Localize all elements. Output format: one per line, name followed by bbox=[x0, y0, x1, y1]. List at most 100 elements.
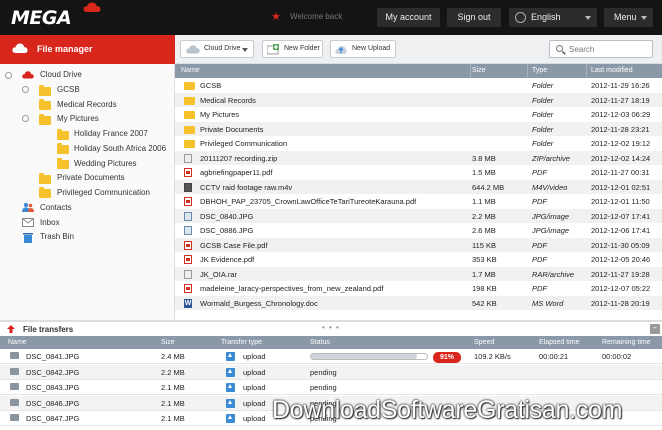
file-name: CCTV raid footage raw.m4v bbox=[200, 182, 293, 192]
language-selector[interactable]: English bbox=[509, 8, 597, 27]
file-date: 2012-12-05 20:46 bbox=[591, 255, 651, 264]
transfer-size: 2.2 MB bbox=[161, 367, 185, 377]
file-size: 198 KB bbox=[472, 284, 497, 293]
folder-icon bbox=[184, 125, 195, 134]
transfer-status: pending bbox=[310, 367, 337, 377]
tr-column-name[interactable]: Name bbox=[8, 339, 27, 346]
file-row[interactable]: GCSB Case File.pdf 115 KB PDF 2012-11-30 05… bbox=[175, 237, 662, 252]
column-name[interactable]: Name bbox=[181, 67, 200, 74]
expand-icon[interactable] bbox=[22, 86, 29, 93]
sidebar-tree: Cloud Drive GCSB Medical Records My Pict… bbox=[0, 64, 175, 320]
file-row[interactable]: Medical Records Folder 2012-11-27 18:19 bbox=[175, 92, 662, 107]
folder-icon bbox=[184, 111, 195, 119]
file-type: PDF bbox=[532, 284, 547, 293]
file-row[interactable]: DBHOH_PAP_23705_CrownLawOfficeTeTariTure… bbox=[175, 194, 662, 209]
language-label: English bbox=[531, 12, 561, 22]
tr-column-elapsed[interactable]: Elapsed time bbox=[539, 339, 579, 346]
expand-icon[interactable] bbox=[5, 72, 12, 79]
cloud-drive-label: Cloud Drive bbox=[204, 45, 241, 52]
file-name: JK Evidence.pdf bbox=[200, 255, 255, 264]
folder-open-icon bbox=[39, 114, 51, 125]
trash-icon bbox=[23, 233, 33, 243]
new-folder-button[interactable]: New Folder bbox=[262, 40, 323, 58]
file-type: PDF bbox=[532, 240, 547, 250]
folder-icon bbox=[39, 85, 51, 96]
file-row[interactable]: DSC_0886.JPG 2.6 MB JPG/image 2012-12-06 17… bbox=[175, 223, 662, 238]
cloud-drive-dropdown[interactable]: Cloud Drive bbox=[180, 40, 254, 58]
zip-icon bbox=[184, 269, 192, 279]
file-name: GCSB Case File.pdf bbox=[200, 240, 268, 250]
file-row[interactable]: JK_OIA.rar 1.7 MB RAR/archive 2012-11-27 19… bbox=[175, 266, 662, 281]
transfer-name: DSC_0846.JPG bbox=[26, 398, 80, 408]
tr-column-transfer-type[interactable]: Transfer type bbox=[221, 339, 262, 346]
camera-icon bbox=[10, 352, 19, 359]
cloud-drive-icon bbox=[22, 71, 34, 79]
file-date: 2012-11-27 19:28 bbox=[591, 269, 650, 279]
tr-column-speed[interactable]: Speed bbox=[474, 339, 494, 346]
folder-icon bbox=[39, 173, 51, 184]
search-icon bbox=[556, 45, 563, 52]
file-row[interactable]: agbriefingpaper11.pdf 1.5 MB PDF 2012-11-27… bbox=[175, 165, 662, 180]
pdf-icon bbox=[184, 255, 192, 264]
transfer-row[interactable]: DSC_0842.JPG 2.2 MB upload pending bbox=[0, 364, 662, 380]
search-input[interactable]: Search bbox=[549, 40, 653, 58]
img-icon bbox=[184, 211, 192, 221]
upload-arrow-icon bbox=[226, 352, 235, 361]
watermark: DownloadSoftwareGratisan.com bbox=[272, 396, 623, 424]
file-row[interactable]: Private Documents Folder 2012-11-28 23:21 bbox=[175, 121, 662, 136]
my-account-button[interactable]: My account bbox=[377, 8, 440, 27]
file-type: MS Word bbox=[532, 298, 564, 308]
file-row[interactable]: JK Evidence.pdf 353 KB PDF 2012-12-05 20:46 bbox=[175, 252, 662, 267]
camera-icon bbox=[10, 383, 19, 390]
file-name: My Pictures bbox=[200, 110, 240, 119]
pdf-icon bbox=[184, 240, 192, 250]
file-row[interactable]: 20111207 recording.zip 3.8 MB ZIP/archive 2… bbox=[175, 150, 662, 165]
transfer-row[interactable]: DSC_0841.JPG 2.4 MB upload 109.2 KB/s 00:00:… bbox=[0, 349, 662, 364]
file-size: 2.2 MB bbox=[472, 211, 496, 221]
resize-handle-icon[interactable]: • • • bbox=[322, 323, 340, 332]
column-last-modified[interactable]: Last modified bbox=[591, 67, 633, 74]
new-upload-button[interactable]: New Upload bbox=[330, 40, 396, 58]
file-row[interactable]: My Pictures Folder 2012-12-03 06:29 bbox=[175, 107, 662, 122]
progress-fill bbox=[311, 354, 417, 359]
column-size[interactable]: Size bbox=[472, 67, 486, 74]
file-row[interactable]: W Wormald_Burgess_Chronology.doc 542 KB MS … bbox=[175, 295, 662, 310]
mega-logo[interactable]: MEGA bbox=[11, 7, 72, 29]
tr-column-size[interactable]: Size bbox=[161, 339, 175, 346]
file-type: Folder bbox=[532, 81, 554, 90]
file-size: 1.5 MB bbox=[472, 168, 496, 177]
tr-column-status[interactable]: Status bbox=[310, 339, 330, 346]
folder-icon bbox=[39, 99, 51, 110]
sign-out-button[interactable]: Sign out bbox=[447, 8, 501, 27]
file-size: 1.1 MB bbox=[472, 197, 496, 206]
file-type: Folder bbox=[532, 139, 554, 148]
file-date: 2012-12-02 19:12 bbox=[591, 139, 651, 148]
folder-icon bbox=[39, 187, 51, 198]
menu-button[interactable]: Menu bbox=[604, 8, 653, 27]
file-type: PDF bbox=[532, 255, 547, 264]
file-manager-title: File manager bbox=[37, 44, 93, 54]
tr-column-remaining[interactable]: Remaining time bbox=[602, 339, 651, 346]
transfer-size: 2.1 MB bbox=[161, 398, 185, 408]
transfer-row[interactable]: DSC_0843.JPG 2.1 MB upload pending bbox=[0, 380, 662, 395]
file-date: 2012-11-30 05:09 bbox=[591, 240, 650, 250]
file-row[interactable]: GCSB Folder 2012-11-29 16:26 bbox=[175, 78, 662, 93]
file-transfers-header: File transfers • • • – bbox=[0, 322, 662, 336]
file-type: JPG/image bbox=[532, 226, 570, 235]
transfer-type: upload bbox=[243, 352, 266, 361]
file-row[interactable]: Privileged Communication Folder 2012-12-02… bbox=[175, 136, 662, 151]
file-type: Folder bbox=[532, 124, 554, 134]
transfers-column-header: Name Size Transfer type Status Speed Ela… bbox=[0, 336, 662, 349]
file-row[interactable]: DSC_0840.JPG 2.2 MB JPG/image 2012-12-07 17… bbox=[175, 208, 662, 223]
file-list-header: Name Size Type Last modified bbox=[175, 64, 662, 78]
file-row[interactable]: CCTV raid footage raw.m4v 644.2 MB M4V/vid… bbox=[175, 179, 662, 194]
file-type: Folder bbox=[532, 95, 554, 105]
collapse-icon[interactable]: – bbox=[650, 324, 660, 334]
file-toolbar: Cloud Drive New Folder New Upload Search bbox=[175, 35, 662, 64]
camera-icon bbox=[10, 398, 19, 406]
column-type[interactable]: Type bbox=[532, 67, 547, 74]
new-upload-label: New Upload bbox=[352, 45, 391, 52]
file-manager-header[interactable]: File manager bbox=[0, 35, 175, 64]
file-row[interactable]: madeleine_laracy-perspectives_from_new_z… bbox=[175, 281, 662, 296]
expand-icon[interactable] bbox=[22, 115, 29, 122]
